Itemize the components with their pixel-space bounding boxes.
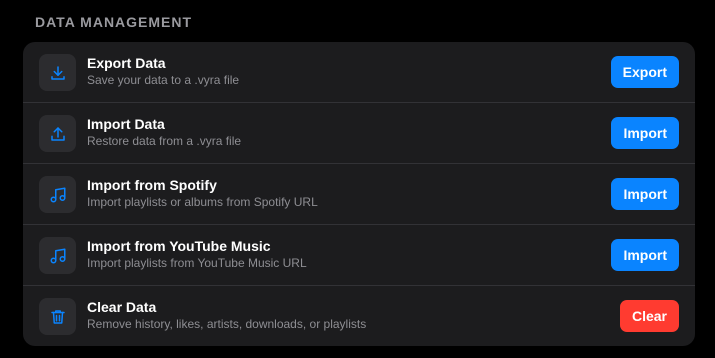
import-youtube-music-button[interactable]: Import bbox=[611, 239, 679, 271]
clear-data-row: Clear Data Remove history, likes, artist… bbox=[23, 286, 695, 346]
data-management-card: Export Data Save your data to a .vyra fi… bbox=[23, 42, 695, 346]
row-subtitle: Import playlists from YouTube Music URL bbox=[87, 256, 307, 270]
row-title: Clear Data bbox=[87, 299, 157, 315]
clear-button[interactable]: Clear bbox=[619, 300, 679, 332]
row-title: Import from YouTube Music bbox=[87, 238, 271, 254]
row-title: Import from Spotify bbox=[87, 177, 217, 193]
upload-icon bbox=[39, 115, 76, 152]
row-title: Export Data bbox=[87, 55, 166, 71]
import-data-button[interactable]: Import bbox=[611, 117, 679, 149]
row-subtitle: Save your data to a .vyra file bbox=[87, 73, 240, 87]
trash-icon bbox=[39, 298, 76, 335]
export-data-row: Export Data Save your data to a .vyra fi… bbox=[23, 42, 695, 103]
export-button[interactable]: Export bbox=[610, 56, 679, 88]
row-subtitle: Restore data from a .vyra file bbox=[87, 134, 242, 148]
import-youtube-music-row: Import from YouTube Music Import playlis… bbox=[23, 225, 695, 286]
row-title: Import Data bbox=[87, 116, 165, 132]
music-note-icon bbox=[39, 176, 76, 213]
music-note-icon bbox=[39, 237, 76, 274]
row-subtitle: Import playlists or albums from Spotify … bbox=[87, 195, 318, 209]
import-spotify-row: Import from Spotify Import playlists or … bbox=[23, 164, 695, 225]
import-data-row: Import Data Restore data from a .vyra fi… bbox=[23, 103, 695, 164]
import-spotify-button[interactable]: Import bbox=[611, 178, 679, 210]
download-icon bbox=[39, 54, 76, 91]
section-title: DATA MANAGEMENT bbox=[35, 14, 193, 30]
row-subtitle: Remove history, likes, artists, download… bbox=[87, 317, 367, 331]
